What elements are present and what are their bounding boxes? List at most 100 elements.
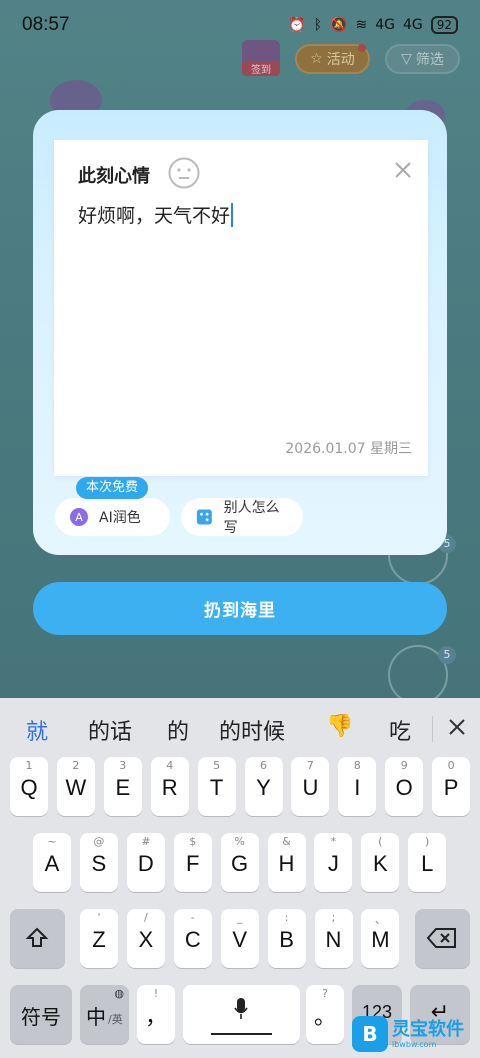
key-label: Z [92,927,106,952]
key-z[interactable]: ' Z [80,909,118,968]
key-secondary-label: ' [97,911,101,924]
others-write-label: 别人怎么写 [223,500,280,536]
key-o[interactable]: 9O [385,757,424,816]
throw-to-sea-button[interactable]: 扔到海里 [33,582,447,635]
candidate-word[interactable]: 的时候 [219,714,285,746]
shift-arrow-icon [25,927,49,947]
alarm-icon: ⏰ [288,17,306,33]
candidate-word[interactable]: 的话 [88,714,132,746]
key-secondary-label: 3 [119,759,127,772]
key-label: G [231,851,249,876]
space-key[interactable] [183,985,300,1044]
mute-icon: 🔕 [330,17,348,33]
key-y[interactable]: 6Y [244,757,283,816]
key-label: V [232,927,248,952]
globe-icon: ◍ [114,987,124,1000]
key-secondary-label: ~ [47,835,57,848]
symbols-label: 符号 [21,1007,61,1029]
bluetooth-icon: ᛒ [313,17,323,33]
mood-text-input[interactable]: 好烦啊，天气不好 [78,201,234,228]
key-secondary-label: % [234,835,245,848]
others-write-button[interactable]: 别人怎么写 [181,498,303,536]
key-k[interactable]: (K [361,833,400,892]
key-secondary-label: 8 [353,759,361,772]
candidate-word[interactable]: 吃 [389,714,411,746]
key-secondary-label: 4 [166,759,174,772]
key-label: U [302,775,319,800]
key-label: A [44,851,60,876]
candidate-emoji[interactable]: 👎 [326,714,353,739]
shift-key[interactable] [10,909,65,968]
key-b[interactable]: :B [267,909,306,968]
key-secondary-label: _ [236,911,243,924]
key-v[interactable]: _ V [220,909,259,968]
key-p[interactable]: 0P [432,757,471,816]
backspace-icon [427,928,456,948]
signal-label: 4G [375,17,395,33]
ai-polish-button[interactable]: A AI润色 [55,498,170,536]
key-t[interactable]: 5T [197,757,236,816]
close-icon[interactable] [446,716,468,738]
key-label: O [395,775,413,800]
key-h[interactable]: & H [267,833,306,892]
key-label: N [325,927,342,952]
key-g[interactable]: % G [220,833,259,892]
key-d[interactable]: # D [126,833,165,892]
status-bar: 08:57 ⏰ ᛒ 🔕 ≋ 4G 4G 92 [0,0,480,50]
key-a[interactable]: ~ A [33,833,71,892]
key-label: E [115,775,131,800]
key-label: R [161,775,178,800]
key-secondary-label: $ [189,835,197,848]
battery-indicator: 92 [430,16,458,34]
key-label: K [372,851,388,876]
key-label: T [209,775,224,800]
key-i[interactable]: 8I [338,757,377,816]
neutral-face-icon[interactable] [168,157,200,189]
key-j[interactable]: * J [314,833,353,892]
key-secondary-label: - [190,911,195,924]
status-time: 08:57 [22,14,70,35]
key-label: H [278,851,295,876]
key-f[interactable]: $ F [173,833,212,892]
key-secondary-label: ) [425,835,430,848]
key-label: W [65,775,87,800]
period-label: 。 [313,1004,336,1029]
key-l[interactable]: ) L [408,833,447,892]
period-key[interactable]: ? 。 [306,985,344,1044]
space-bar-line [211,1033,272,1035]
key-secondary-label: 6 [260,759,267,772]
key-label: M [371,927,390,952]
key-w[interactable]: 2W [56,757,95,816]
key-secondary-label: # [141,835,151,848]
candidate-word[interactable]: 就 [26,714,48,746]
backspace-key[interactable] [415,909,470,968]
key-secondary-label: 9 [400,759,408,772]
key-secondary-label: 、 [374,913,386,926]
key-q[interactable]: 1Q [10,757,48,816]
key-e[interactable]: 3E [103,757,142,816]
key-s[interactable]: @ S [79,833,118,892]
key-label: Y [256,775,271,800]
watermark-url: lbwbw.com [392,1039,437,1049]
key-r[interactable]: 4R [150,757,189,816]
key-n[interactable]: ; N [314,909,353,968]
candidate-word[interactable]: 的 [167,714,189,746]
mood-text-value: 好烦啊，天气不好 [78,205,231,227]
language-switch-key[interactable]: ◍ 中 /英 [80,985,129,1044]
key-label: S [91,851,107,876]
wifi-icon: ≋ [355,17,368,33]
microphone-icon [234,998,248,1019]
key-m[interactable]: 、 M [361,909,400,968]
comma-key[interactable]: ! ， [137,985,175,1044]
key-u[interactable]: 7U [291,757,330,816]
key-secondary-label: / [144,911,148,924]
key-secondary-label: 7 [306,759,314,772]
symbols-key[interactable]: 符号 [10,985,72,1044]
key-secondary-label: ( [378,835,383,848]
key-c[interactable]: -C [173,909,212,968]
ai-polish-label: AI润色 [99,510,141,526]
key-x[interactable]: / X [126,909,165,968]
candidate-bar: 就 的话 的 的时候 👎 吃 [0,698,480,756]
close-icon[interactable] [392,159,414,181]
status-icons: ⏰ ᛒ 🔕 ≋ 4G 4G 92 [288,16,458,34]
